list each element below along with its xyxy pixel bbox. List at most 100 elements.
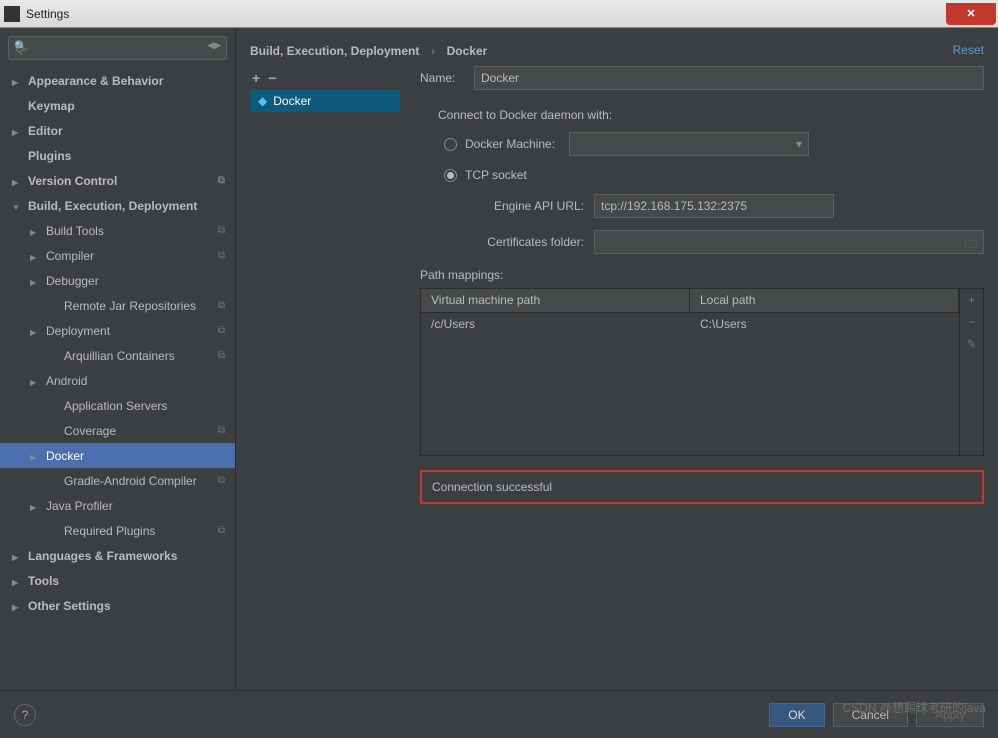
tree-item-label: Version Control bbox=[28, 174, 117, 188]
docker-machine-dropdown[interactable] bbox=[569, 132, 809, 156]
tree-item-label: Coverage bbox=[64, 424, 116, 438]
remove-icon[interactable]: − bbox=[268, 70, 276, 86]
radio-icon[interactable] bbox=[444, 138, 457, 151]
col-vm-path: Virtual machine path bbox=[421, 289, 690, 312]
window-title: Settings bbox=[26, 7, 69, 21]
search-history-icon[interactable]: ◀▶ bbox=[207, 40, 221, 51]
tree-item-label: Languages & Frameworks bbox=[28, 549, 177, 563]
radio-icon[interactable] bbox=[444, 169, 457, 182]
cert-folder-label: Certificates folder: bbox=[464, 235, 584, 249]
cert-folder-field[interactable]: 🗀 bbox=[594, 230, 984, 254]
chevron-right-icon[interactable] bbox=[30, 449, 42, 463]
engine-url-row: Engine API URL: bbox=[464, 194, 984, 218]
tree-item[interactable]: Build, Execution, Deployment bbox=[0, 193, 235, 218]
breadcrumb-a[interactable]: Build, Execution, Deployment bbox=[250, 44, 419, 58]
chevron-right-icon[interactable] bbox=[30, 374, 42, 388]
tree-item[interactable]: Debugger bbox=[0, 268, 235, 293]
tree-item-label: Other Settings bbox=[28, 599, 111, 613]
path-mappings-table: Virtual machine path Local path /c/Users… bbox=[420, 288, 984, 456]
chevron-right-icon[interactable] bbox=[30, 224, 42, 238]
titlebar: Settings bbox=[0, 0, 998, 28]
tree-item[interactable]: Tools bbox=[0, 568, 235, 593]
tree-item[interactable]: Appearance & Behavior bbox=[0, 68, 235, 93]
chevron-right-icon[interactable] bbox=[12, 549, 24, 563]
chevron-right-icon[interactable] bbox=[30, 274, 42, 288]
tree-item-label: Build Tools bbox=[46, 224, 104, 238]
name-field[interactable] bbox=[474, 66, 984, 90]
docker-list-item[interactable]: ◆ Docker bbox=[250, 90, 400, 112]
chevron-right-icon[interactable] bbox=[30, 249, 42, 263]
edit-row-icon[interactable]: ✎ bbox=[966, 333, 976, 355]
table-row[interactable]: /c/Users C:\Users bbox=[421, 313, 959, 337]
tree-item[interactable]: Remote Jar Repositories⧉ bbox=[0, 293, 235, 318]
settings-tree: Appearance & BehaviorKeymapEditorPlugins… bbox=[0, 66, 235, 690]
copy-icon[interactable]: ⧉ bbox=[218, 175, 225, 186]
radio-machine-label: Docker Machine: bbox=[465, 137, 555, 151]
tree-item[interactable]: Languages & Frameworks bbox=[0, 543, 235, 568]
search-wrap: 🔍 ◀▶ bbox=[0, 28, 235, 66]
tree-item[interactable]: Editor bbox=[0, 118, 235, 143]
reset-link[interactable]: Reset bbox=[953, 43, 984, 57]
chevron-right-icon[interactable] bbox=[12, 124, 24, 138]
tree-item-label: Arquillian Containers bbox=[64, 349, 175, 363]
copy-icon[interactable]: ⧉ bbox=[218, 250, 225, 261]
apply-button[interactable]: Apply bbox=[916, 703, 984, 727]
tree-item[interactable]: Required Plugins⧉ bbox=[0, 518, 235, 543]
tree-item[interactable]: Application Servers bbox=[0, 393, 235, 418]
tree-item[interactable]: Keymap bbox=[0, 93, 235, 118]
tree-item[interactable]: Android bbox=[0, 368, 235, 393]
copy-icon[interactable]: ⧉ bbox=[218, 225, 225, 236]
action-buttons: OK Cancel Apply bbox=[769, 703, 984, 727]
copy-icon[interactable]: ⧉ bbox=[218, 300, 225, 311]
chevron-right-icon[interactable] bbox=[30, 499, 42, 513]
close-button[interactable] bbox=[946, 3, 996, 25]
folder-icon[interactable]: 🗀 bbox=[965, 235, 977, 256]
tree-item[interactable]: Docker bbox=[0, 443, 235, 468]
connection-status: Connection successful bbox=[420, 470, 984, 504]
help-button[interactable]: ? bbox=[14, 704, 36, 726]
radio-tcp-socket[interactable]: TCP socket bbox=[444, 168, 984, 182]
chevron-down-icon[interactable] bbox=[12, 199, 24, 213]
content: Build, Execution, Deployment › Docker Re… bbox=[236, 28, 998, 690]
copy-icon[interactable]: ⧉ bbox=[218, 325, 225, 336]
tree-item-label: Deployment bbox=[46, 324, 110, 338]
search-icon: 🔍 bbox=[14, 40, 28, 53]
cancel-button[interactable]: Cancel bbox=[833, 703, 908, 727]
table-body: Virtual machine path Local path /c/Users… bbox=[421, 289, 959, 455]
tree-item[interactable]: Plugins bbox=[0, 143, 235, 168]
radio-docker-machine[interactable]: Docker Machine: bbox=[444, 132, 984, 156]
table-spacer bbox=[421, 337, 959, 455]
add-icon[interactable]: + bbox=[252, 70, 260, 86]
add-row-icon[interactable]: + bbox=[968, 289, 975, 311]
tree-item[interactable]: Other Settings bbox=[0, 593, 235, 618]
tree-item[interactable]: Coverage ⧉ bbox=[0, 418, 235, 443]
window-buttons bbox=[946, 3, 998, 25]
copy-icon[interactable]: ⧉ bbox=[218, 525, 225, 536]
engine-url-field[interactable] bbox=[594, 194, 834, 218]
tree-item-label: Compiler bbox=[46, 249, 94, 263]
tree-item[interactable]: Compiler ⧉ bbox=[0, 243, 235, 268]
chevron-right-icon[interactable] bbox=[12, 74, 24, 88]
tree-item[interactable]: Java Profiler bbox=[0, 493, 235, 518]
tree-item[interactable]: Version Control ⧉ bbox=[0, 168, 235, 193]
tree-item[interactable]: Build Tools ⧉ bbox=[0, 218, 235, 243]
tree-item-label: Application Servers bbox=[64, 399, 167, 413]
search-input[interactable] bbox=[8, 36, 227, 60]
chevron-right-icon[interactable] bbox=[12, 574, 24, 588]
tree-item-label: Build, Execution, Deployment bbox=[28, 199, 197, 213]
copy-icon[interactable]: ⧉ bbox=[218, 350, 225, 361]
copy-icon[interactable]: ⧉ bbox=[218, 475, 225, 486]
tree-item-label: Docker bbox=[46, 449, 84, 463]
chevron-right-icon[interactable] bbox=[30, 324, 42, 338]
chevron-right-icon[interactable] bbox=[12, 599, 24, 613]
ok-button[interactable]: OK bbox=[769, 703, 824, 727]
chevron-right-icon[interactable] bbox=[12, 174, 24, 188]
tree-item[interactable]: Arquillian Containers ⧉ bbox=[0, 343, 235, 368]
copy-icon[interactable]: ⧉ bbox=[218, 425, 225, 436]
tree-item[interactable]: Deployment ⧉ bbox=[0, 318, 235, 343]
main: 🔍 ◀▶ Appearance & BehaviorKeymapEditorPl… bbox=[0, 28, 998, 690]
remove-row-icon[interactable]: − bbox=[968, 311, 975, 333]
tree-item[interactable]: Gradle-Android Compiler⧉ bbox=[0, 468, 235, 493]
breadcrumb-row: Build, Execution, Deployment › Docker Re… bbox=[250, 38, 984, 62]
app-icon bbox=[4, 6, 20, 22]
